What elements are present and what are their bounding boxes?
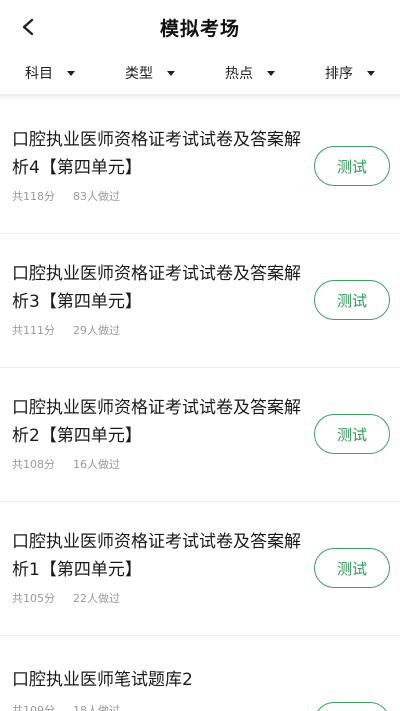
exam-list: 口腔执业医师资格证考试试卷及答案解析4【第四单元】 共118分 83人做过 测试… [0, 100, 400, 711]
exam-score: 共111分 [12, 324, 55, 337]
exam-title: 口腔执业医师资格证考试试卷及答案解析2【第四单元】 [12, 398, 301, 446]
exam-meta: 共105分 22人做过 [12, 590, 120, 606]
test-button[interactable]: 测试 [314, 548, 390, 588]
exam-meta: 共111分 29人做过 [12, 322, 120, 338]
exam-takers: 18人做过 [73, 704, 120, 711]
exam-takers: 29人做过 [73, 324, 120, 337]
test-button[interactable]: 测试 [314, 414, 390, 454]
caret-down-icon [367, 70, 375, 76]
caret-down-icon [267, 70, 275, 76]
exam-takers: 83人做过 [73, 190, 120, 203]
exam-takers: 16人做过 [73, 458, 120, 471]
filter-label: 科目 [25, 66, 53, 82]
list-item[interactable]: 口腔执业医师资格证考试试卷及答案解析4【第四单元】 共118分 83人做过 测试 [0, 100, 400, 234]
test-button[interactable]: 测试 [314, 280, 390, 320]
test-button[interactable]: 测试 [314, 146, 390, 186]
exam-score: 共108分 [12, 458, 55, 471]
filter-type[interactable]: 类型 [100, 52, 200, 94]
exam-title: 口腔执业医师资格证考试试卷及答案解析4【第四单元】 [12, 130, 301, 178]
filter-subject[interactable]: 科目 [0, 52, 100, 94]
list-item[interactable]: 口腔执业医师资格证考试试卷及答案解析1【第四单元】 共105分 22人做过 测试 [0, 502, 400, 636]
filter-label: 热点 [225, 66, 253, 82]
page-title: 模拟考场 [159, 18, 240, 40]
exam-meta: 共109分 18人做过 [12, 702, 120, 711]
exam-score: 共118分 [12, 190, 55, 203]
exam-title: 口腔执业医师资格证考试试卷及答案解析3【第四单元】 [12, 264, 301, 312]
header-bar: 模拟考场 [0, 0, 400, 52]
filter-label: 类型 [125, 66, 153, 82]
test-button[interactable]: 测试 [314, 702, 390, 711]
list-item[interactable]: 口腔执业医师笔试题库2 共109分 18人做过 测试 [0, 636, 400, 711]
list-item[interactable]: 口腔执业医师资格证考试试卷及答案解析2【第四单元】 共108分 16人做过 测试 [0, 368, 400, 502]
exam-takers: 22人做过 [73, 592, 120, 605]
filter-sort[interactable]: 排序 [300, 52, 400, 94]
filter-label: 排序 [325, 66, 353, 82]
exam-score: 共109分 [12, 704, 55, 711]
exam-meta: 共108分 16人做过 [12, 456, 120, 472]
list-item[interactable]: 口腔执业医师资格证考试试卷及答案解析3【第四单元】 共111分 29人做过 测试 [0, 234, 400, 368]
caret-down-icon [67, 70, 75, 76]
exam-title: 口腔执业医师资格证考试试卷及答案解析1【第四单元】 [12, 532, 301, 580]
caret-down-icon [167, 70, 175, 76]
exam-score: 共105分 [12, 592, 55, 605]
exam-title: 口腔执业医师笔试题库2 [12, 670, 193, 690]
filter-bar: 科目 类型 热点 排序 [0, 52, 400, 94]
exam-meta: 共118分 83人做过 [12, 188, 120, 204]
filter-hot[interactable]: 热点 [200, 52, 300, 94]
